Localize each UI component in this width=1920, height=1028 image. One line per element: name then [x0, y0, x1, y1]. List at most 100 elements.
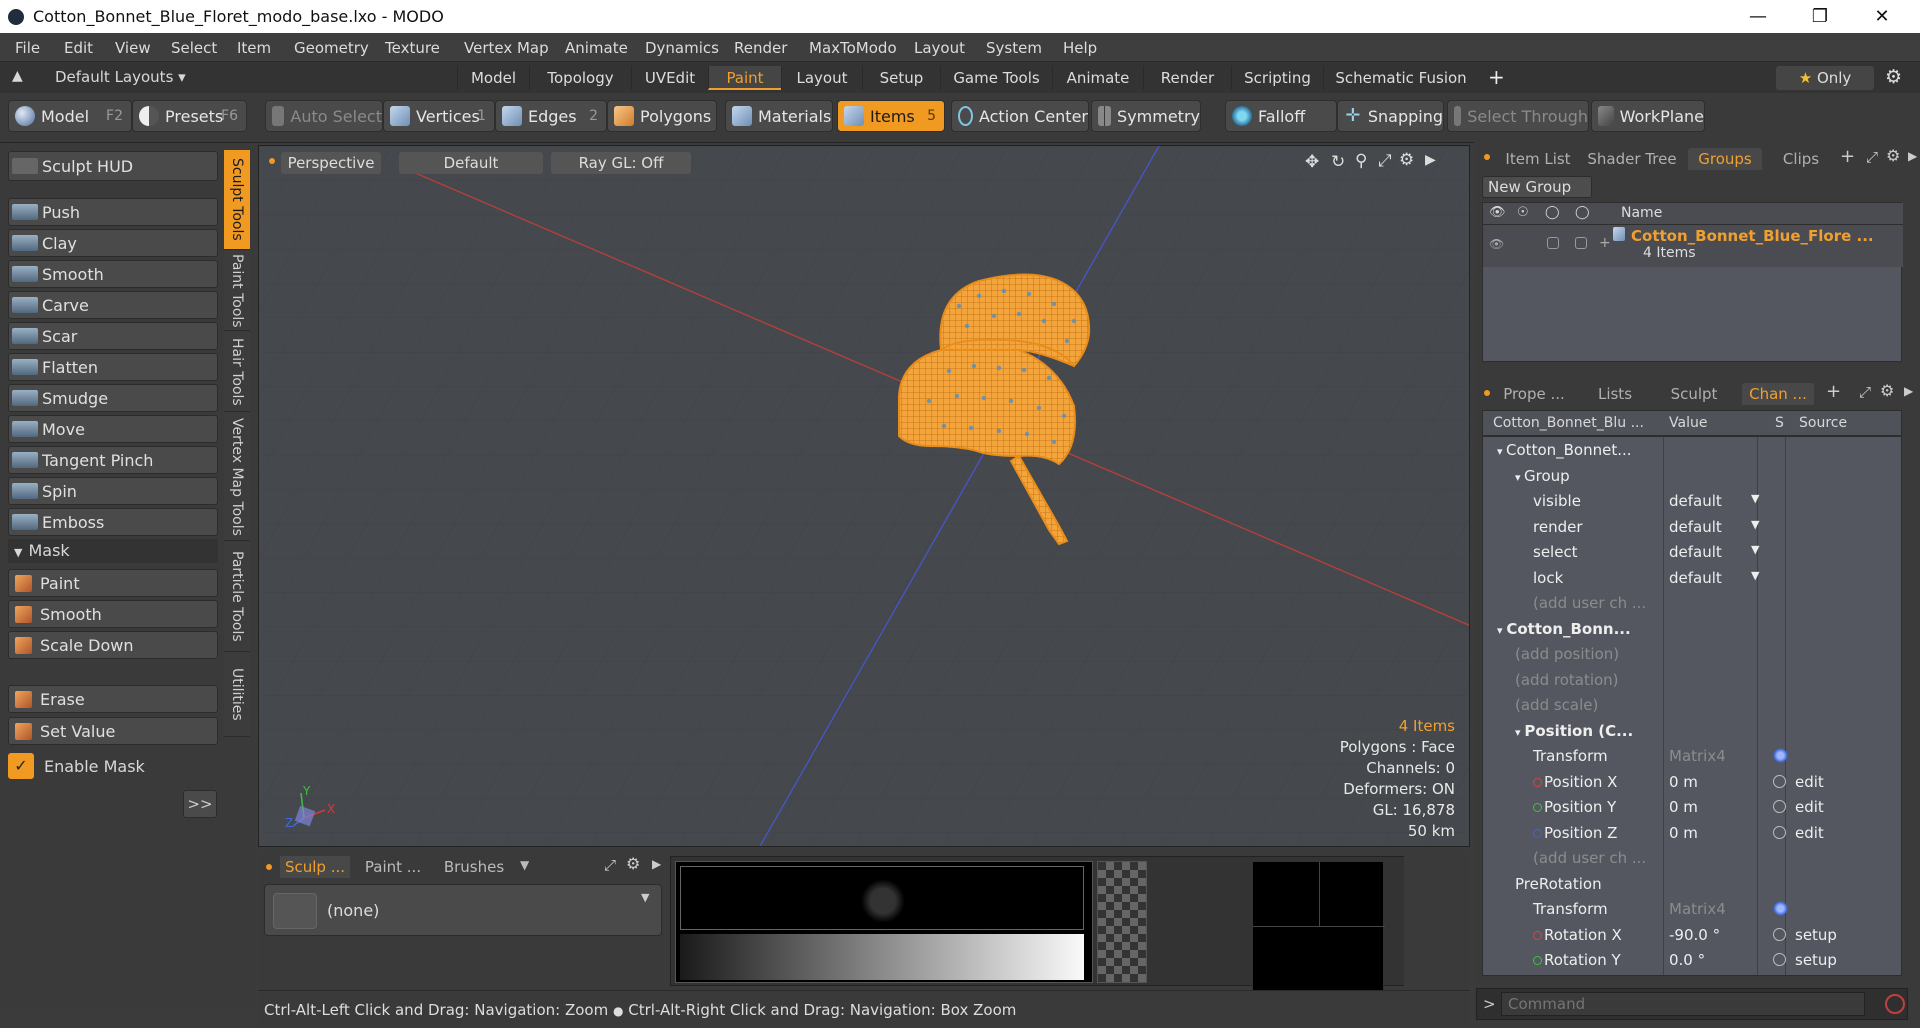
- tab-hair-tools[interactable]: Hair Tools: [224, 332, 250, 412]
- menu-help[interactable]: Help: [1063, 39, 1097, 57]
- channel-value[interactable]: 0 m: [1669, 773, 1698, 791]
- row-lock-checkbox[interactable]: [1547, 237, 1559, 249]
- row-select-checkbox[interactable]: [1575, 237, 1587, 249]
- tab-item-list[interactable]: Item List: [1496, 148, 1580, 170]
- state-circle-icon[interactable]: [1773, 927, 1786, 941]
- channel-value[interactable]: Matrix4: [1669, 747, 1726, 765]
- panel-menu-arrow-icon[interactable]: ▶: [652, 857, 661, 871]
- tab-particle-tools[interactable]: Particle Tools: [224, 542, 250, 652]
- action-center-button[interactable]: Action Center: [951, 100, 1089, 132]
- state-circle-icon[interactable]: [1773, 800, 1786, 813]
- channel-row[interactable]: (add rotation): [1489, 667, 1901, 692]
- erase-tool[interactable]: Erase: [8, 685, 218, 713]
- menu-geometry[interactable]: Geometry: [294, 39, 369, 57]
- panel-maximize-icon[interactable]: ⤢: [604, 856, 616, 874]
- row-eye-icon[interactable]: 👁: [1489, 237, 1504, 251]
- menu-system[interactable]: System: [986, 39, 1042, 57]
- tab-groups[interactable]: Groups: [1688, 148, 1762, 170]
- snapping-button[interactable]: ✛ Snapping: [1337, 100, 1444, 132]
- view-style-dropdown[interactable]: Default: [399, 152, 543, 174]
- tab-shader-tree[interactable]: Shader Tree: [1584, 148, 1680, 170]
- channels-add-tab-icon[interactable]: +: [1826, 381, 1841, 402]
- tab-paint[interactable]: Paint: [708, 66, 781, 90]
- mask-scale-down-tool[interactable]: Scale Down: [8, 631, 218, 659]
- tab-model[interactable]: Model: [457, 66, 529, 90]
- channel-row[interactable]: (add scale): [1489, 692, 1901, 717]
- model-button[interactable]: Model F2: [8, 100, 132, 132]
- vertices-button[interactable]: Vertices 1: [383, 100, 495, 132]
- channels-settings-icon[interactable]: ⚙: [1880, 381, 1894, 400]
- channel-row[interactable]: Position X 0 m edit: [1489, 769, 1901, 794]
- channel-row[interactable]: ▾ Cotton_Bonnet...: [1489, 437, 1901, 462]
- value-dropdown-arrow-icon[interactable]: ▼: [1751, 518, 1759, 531]
- brush-preset-selector[interactable]: (none) ▼: [264, 884, 662, 936]
- push-tool[interactable]: Push: [8, 198, 218, 226]
- channel-row[interactable]: Position Z 0 m edit: [1489, 820, 1901, 845]
- menu-render[interactable]: Render: [734, 39, 787, 57]
- channel-value[interactable]: -90.0 °: [1669, 926, 1720, 944]
- only-toggle[interactable]: ★ Only: [1776, 66, 1874, 90]
- tab-game-tools[interactable]: Game Tools: [940, 66, 1052, 90]
- edges-button[interactable]: Edges 2: [495, 100, 607, 132]
- workplane-button[interactable]: WorkPlane: [1591, 100, 1705, 132]
- expand-panel-button[interactable]: >>: [183, 790, 217, 818]
- menu-maxtomodo[interactable]: MaxToModo: [809, 39, 897, 57]
- channel-row[interactable]: render default ▼: [1489, 514, 1901, 539]
- rotate-icon[interactable]: ↻: [1331, 152, 1345, 172]
- new-group-button[interactable]: New Group: [1482, 176, 1592, 198]
- materials-button[interactable]: Materials: [725, 100, 833, 132]
- channels-menu-arrow-icon[interactable]: ▶: [1904, 384, 1913, 398]
- channel-row[interactable]: Position Y 0 m edit: [1489, 794, 1901, 819]
- default-layouts-dropdown[interactable]: Default Layouts ▾: [55, 68, 186, 86]
- channel-row[interactable]: ▾ Group: [1489, 463, 1901, 488]
- groups-maximize-icon[interactable]: ⤢: [1866, 148, 1878, 166]
- channel-row[interactable]: Transform Matrix4: [1489, 743, 1901, 768]
- sculpt-hud-button[interactable]: Sculpt HUD: [8, 151, 218, 181]
- tangent-pinch-tool[interactable]: Tangent Pinch: [8, 446, 218, 474]
- menu-view[interactable]: View: [115, 39, 151, 57]
- brush-dropdown-arrow-icon[interactable]: ▼: [520, 858, 529, 872]
- channel-value[interactable]: Matrix4: [1669, 900, 1726, 918]
- state-circle-icon[interactable]: [1773, 825, 1786, 839]
- falloff-button[interactable]: Falloff: [1225, 100, 1337, 132]
- enable-mask-checkbox[interactable]: ✓ Enable Mask: [8, 750, 218, 782]
- channel-value[interactable]: default: [1669, 518, 1722, 536]
- channel-row[interactable]: Rotation Y 0.0 ° setup: [1489, 947, 1901, 972]
- state-circle-icon[interactable]: [1773, 774, 1786, 788]
- tab-schematic-fusion[interactable]: Schematic Fusion: [1323, 66, 1478, 90]
- channel-value[interactable]: default: [1669, 543, 1722, 561]
- raygl-toggle[interactable]: Ray GL: Off: [551, 152, 691, 174]
- mask-smooth-tool[interactable]: Smooth: [8, 600, 218, 628]
- menu-animate[interactable]: Animate: [565, 39, 628, 57]
- pan-icon[interactable]: ✥: [1305, 152, 1319, 172]
- tab-channels[interactable]: Chan ...: [1742, 383, 1814, 405]
- expand-arrow-icon[interactable]: ▾: [1497, 445, 1506, 458]
- tab-vertex-map-tools[interactable]: Vertex Map Tools: [224, 413, 250, 541]
- transform-gear-icon[interactable]: [1773, 748, 1788, 763]
- channel-row[interactable]: (add position): [1489, 641, 1901, 666]
- tab-clips[interactable]: Clips: [1768, 148, 1834, 170]
- channel-value[interactable]: default: [1669, 569, 1722, 587]
- smooth-tool[interactable]: Smooth: [8, 260, 218, 288]
- spin-tool[interactable]: Spin: [8, 477, 218, 505]
- maximize-view-icon[interactable]: ⤢: [1378, 151, 1392, 171]
- tab-uvedit[interactable]: UVEdit: [631, 66, 708, 90]
- add-tab-icon[interactable]: +: [1840, 146, 1855, 167]
- menu-file[interactable]: File: [15, 39, 40, 57]
- carve-tool[interactable]: Carve: [8, 291, 218, 319]
- viewport-menu-arrow-icon[interactable]: ▶: [1425, 152, 1436, 168]
- symmetry-button[interactable]: Symmetry: [1091, 100, 1201, 132]
- minimize-icon[interactable]: —: [1727, 0, 1789, 33]
- set-value-tool[interactable]: Set Value: [8, 717, 218, 745]
- tab-paint-brush[interactable]: Paint ...: [358, 856, 428, 878]
- clay-tool[interactable]: Clay: [8, 229, 218, 257]
- viewport-settings-icon[interactable]: ⚙: [1399, 150, 1414, 170]
- channel-row[interactable]: Transform Matrix4: [1489, 896, 1901, 921]
- close-icon[interactable]: ✕: [1851, 0, 1913, 33]
- channel-value[interactable]: 0 m: [1669, 798, 1698, 816]
- expand-plus-icon[interactable]: +: [1599, 235, 1611, 251]
- value-dropdown-arrow-icon[interactable]: ▼: [1751, 543, 1759, 556]
- command-input[interactable]: [1501, 992, 1865, 1016]
- presets-button[interactable]: Presets F6: [132, 100, 247, 132]
- channel-row[interactable]: Rotation X -90.0 ° setup: [1489, 922, 1901, 947]
